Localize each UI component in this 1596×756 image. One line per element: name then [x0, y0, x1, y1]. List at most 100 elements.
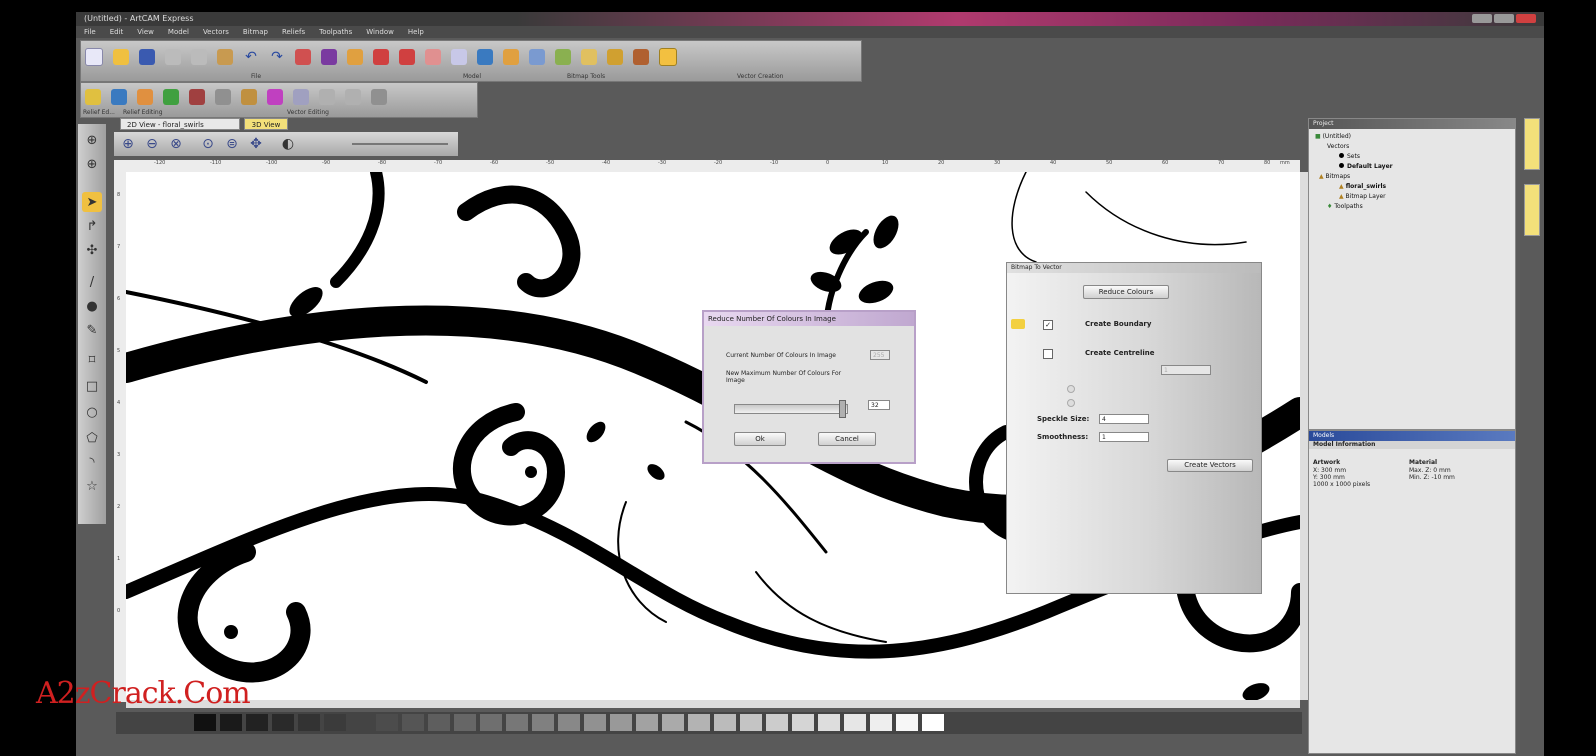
- bitmap-tool-4-icon[interactable]: [451, 49, 467, 65]
- select-arrow-icon[interactable]: ➤: [82, 192, 102, 212]
- menu-window[interactable]: Window: [366, 28, 394, 36]
- menu-file[interactable]: File: [84, 28, 96, 36]
- palette-swatch[interactable]: [818, 714, 840, 731]
- paint-icon[interactable]: ●: [82, 296, 102, 316]
- contrast-icon[interactable]: ◐: [280, 136, 296, 152]
- fill-icon[interactable]: ✎: [82, 320, 102, 340]
- palette-swatch[interactable]: [714, 714, 736, 731]
- tree-toolpaths[interactable]: ♦ Toolpaths: [1327, 203, 1363, 210]
- palette-swatch[interactable]: [766, 714, 788, 731]
- palette-swatch[interactable]: [220, 714, 242, 731]
- polygon-icon[interactable]: ⬠: [82, 428, 102, 448]
- blend-slider[interactable]: [352, 143, 448, 145]
- create-vectors-button[interactable]: Create Vectors: [1167, 459, 1253, 472]
- vector-create-5-icon[interactable]: [607, 49, 623, 65]
- pan-icon[interactable]: ✥: [248, 136, 264, 152]
- bitmap-tool-3-icon[interactable]: [425, 49, 441, 65]
- tree-bitmaps[interactable]: ▲ Bitmaps: [1319, 173, 1350, 180]
- tab-2d-view[interactable]: 2D View - floral_swirls: [120, 118, 240, 130]
- tree-layer-default[interactable]: Default Layer: [1339, 163, 1393, 170]
- palette-swatch[interactable]: [506, 714, 528, 731]
- bitmap-tool-2-icon[interactable]: [399, 49, 415, 65]
- pencil-icon[interactable]: /: [82, 272, 102, 292]
- vector-create-2-icon[interactable]: [529, 49, 545, 65]
- relief-smooth-icon[interactable]: [111, 89, 127, 105]
- zoom-tool-icon[interactable]: ⊕: [82, 130, 102, 150]
- palette-swatch[interactable]: [688, 714, 710, 731]
- relief-edit-icon[interactable]: [85, 89, 101, 105]
- reduce-colours-button[interactable]: Reduce Colours: [1083, 285, 1169, 299]
- new-max-colours-input[interactable]: 32: [868, 400, 890, 410]
- colours-slider[interactable]: [734, 404, 848, 414]
- relief-sculpt-icon[interactable]: [137, 89, 153, 105]
- maximize-button[interactable]: [1494, 14, 1514, 23]
- close-button[interactable]: [1516, 14, 1536, 23]
- rectangle-icon[interactable]: □: [82, 376, 102, 396]
- side-tab-1[interactable]: [1524, 118, 1540, 170]
- side-tab-2[interactable]: [1524, 184, 1540, 236]
- cancel-button[interactable]: Cancel: [818, 432, 876, 446]
- tree-vectors[interactable]: Vectors: [1327, 143, 1349, 150]
- undo-icon[interactable]: ↶: [243, 49, 259, 65]
- transform-icon[interactable]: ✣: [82, 240, 102, 260]
- palette-swatch[interactable]: [272, 714, 294, 731]
- palette-swatch[interactable]: [922, 714, 944, 731]
- tree-root[interactable]: ■ (Untitled): [1315, 133, 1351, 140]
- tree-layer-sets[interactable]: Sets: [1339, 153, 1360, 160]
- palette-swatch[interactable]: [350, 714, 372, 731]
- palette-swatch[interactable]: [584, 714, 606, 731]
- polyline-icon[interactable]: ⌑: [82, 350, 102, 370]
- palette-swatch[interactable]: [896, 714, 918, 731]
- palette-swatch[interactable]: [376, 714, 398, 731]
- palette-swatch[interactable]: [402, 714, 424, 731]
- palette-swatch[interactable]: [194, 714, 216, 731]
- vector-edit-8-icon[interactable]: [345, 89, 361, 105]
- vector-edit-9-icon[interactable]: [371, 89, 387, 105]
- globe-tool-icon[interactable]: ⊕: [82, 154, 102, 174]
- tab-3d-view[interactable]: 3D View: [244, 118, 288, 130]
- vector-create-1-icon[interactable]: [503, 49, 519, 65]
- palette-swatch[interactable]: [636, 714, 658, 731]
- palette-swatch[interactable]: [662, 714, 684, 731]
- centreline-option-1-radio[interactable]: [1067, 385, 1075, 393]
- palette-swatch[interactable]: [454, 714, 476, 731]
- create-boundary-checkbox[interactable]: ✓: [1043, 320, 1053, 330]
- vector-create-3-icon[interactable]: [555, 49, 571, 65]
- tree-bitmap-layer[interactable]: ▲ Bitmap Layer: [1339, 193, 1386, 200]
- circle-icon[interactable]: ○: [82, 402, 102, 422]
- speckle-size-input[interactable]: 4: [1099, 414, 1149, 424]
- menu-model[interactable]: Model: [168, 28, 189, 36]
- cut-icon[interactable]: [165, 49, 181, 65]
- node-edit-icon[interactable]: ↱: [82, 216, 102, 236]
- vector-edit-6-icon[interactable]: [293, 89, 309, 105]
- model-size-icon[interactable]: [295, 49, 311, 65]
- vertical-scrollbar[interactable]: [1300, 172, 1308, 700]
- vector-create-6-icon[interactable]: [633, 49, 649, 65]
- menu-bitmap[interactable]: Bitmap: [243, 28, 268, 36]
- horizontal-scrollbar[interactable]: [126, 700, 1300, 708]
- create-centreline-checkbox[interactable]: [1043, 349, 1053, 359]
- new-file-icon[interactable]: [85, 48, 103, 66]
- smoothness-input[interactable]: 1: [1099, 432, 1149, 442]
- menu-reliefs[interactable]: Reliefs: [282, 28, 305, 36]
- zoom-out-icon[interactable]: ⊖: [144, 136, 160, 152]
- line-thickness-input[interactable]: 1: [1161, 365, 1211, 375]
- menu-edit[interactable]: Edit: [110, 28, 124, 36]
- palette-swatch[interactable]: [870, 714, 892, 731]
- zoom-in-icon[interactable]: ⊕: [120, 136, 136, 152]
- vector-create-4-icon[interactable]: [581, 49, 597, 65]
- bitmap-tool-5-icon[interactable]: [477, 49, 493, 65]
- vector-edit-7-icon[interactable]: [319, 89, 335, 105]
- bitmap-tool-1-icon[interactable]: [373, 49, 389, 65]
- open-folder-icon[interactable]: [113, 49, 129, 65]
- copy-icon[interactable]: [191, 49, 207, 65]
- vector-edit-5-icon[interactable]: [267, 89, 283, 105]
- vector-edit-3-icon[interactable]: [215, 89, 231, 105]
- vector-edit-4-icon[interactable]: [241, 89, 257, 105]
- palette-swatch[interactable]: [558, 714, 580, 731]
- model-shade-icon[interactable]: [347, 49, 363, 65]
- tree-bitmap-floral[interactable]: ▲ floral_swirls: [1339, 183, 1386, 190]
- palette-swatch[interactable]: [532, 714, 554, 731]
- menu-toolpaths[interactable]: Toolpaths: [319, 28, 352, 36]
- palette-swatch[interactable]: [792, 714, 814, 731]
